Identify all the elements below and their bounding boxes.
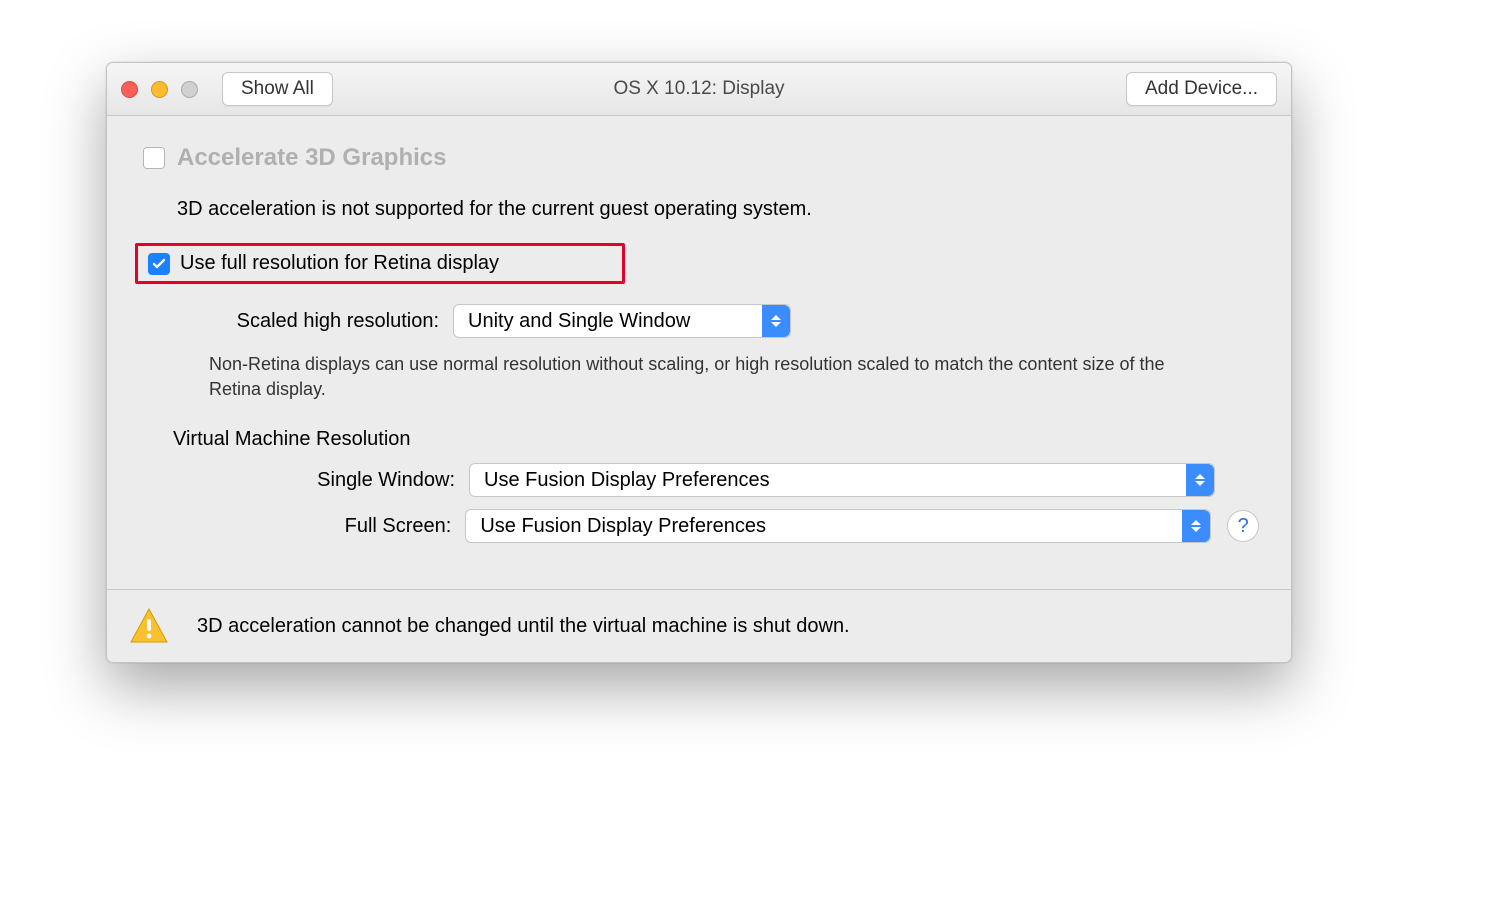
chevron-updown-icon (1186, 464, 1214, 496)
scaled-resolution-label: Scaled high resolution: (139, 310, 453, 333)
maximize-icon (181, 81, 198, 98)
single-window-label: Single Window: (139, 469, 469, 492)
full-screen-value: Use Fusion Display Preferences (480, 515, 766, 538)
accelerate-3d-row: Accelerate 3D Graphics (139, 144, 1259, 172)
chevron-updown-icon (762, 305, 790, 337)
accelerate-3d-checkbox (143, 147, 165, 169)
single-window-row: Single Window: Use Fusion Display Prefer… (139, 463, 1259, 497)
add-device-button[interactable]: Add Device... (1126, 72, 1277, 106)
close-icon[interactable] (121, 81, 138, 98)
vm-resolution-heading: Virtual Machine Resolution (173, 428, 1259, 451)
content-area: Accelerate 3D Graphics 3D acceleration i… (107, 116, 1291, 565)
full-screen-select[interactable]: Use Fusion Display Preferences (465, 509, 1211, 543)
help-button[interactable]: ? (1227, 510, 1259, 542)
full-screen-label: Full Screen: (139, 515, 465, 538)
display-settings-window: Show All OS X 10.12: Display Add Device.… (106, 62, 1292, 663)
scaled-resolution-row: Scaled high resolution: Unity and Single… (139, 304, 1259, 338)
show-all-button[interactable]: Show All (222, 72, 333, 106)
footer-bar: 3D acceleration cannot be changed until … (107, 589, 1291, 662)
footer-message: 3D acceleration cannot be changed until … (197, 615, 850, 638)
chevron-updown-icon (1182, 510, 1210, 542)
single-window-select[interactable]: Use Fusion Display Preferences (469, 463, 1215, 497)
scaled-resolution-select[interactable]: Unity and Single Window (453, 304, 791, 338)
warning-icon (129, 606, 169, 646)
window-controls (121, 81, 198, 98)
accelerate-3d-label: Accelerate 3D Graphics (177, 144, 446, 172)
titlebar: Show All OS X 10.12: Display Add Device.… (107, 63, 1291, 116)
retina-checkbox[interactable] (148, 253, 170, 275)
minimize-icon[interactable] (151, 81, 168, 98)
scaled-resolution-value: Unity and Single Window (468, 310, 690, 333)
retina-highlight-box: Use full resolution for Retina display (135, 243, 625, 284)
full-screen-row: Full Screen: Use Fusion Display Preferen… (139, 509, 1259, 543)
single-window-value: Use Fusion Display Preferences (484, 469, 770, 492)
accelerate-3d-description: 3D acceleration is not supported for the… (177, 198, 1259, 221)
scaled-resolution-help: Non-Retina displays can use normal resol… (209, 352, 1199, 402)
retina-label: Use full resolution for Retina display (180, 252, 499, 275)
